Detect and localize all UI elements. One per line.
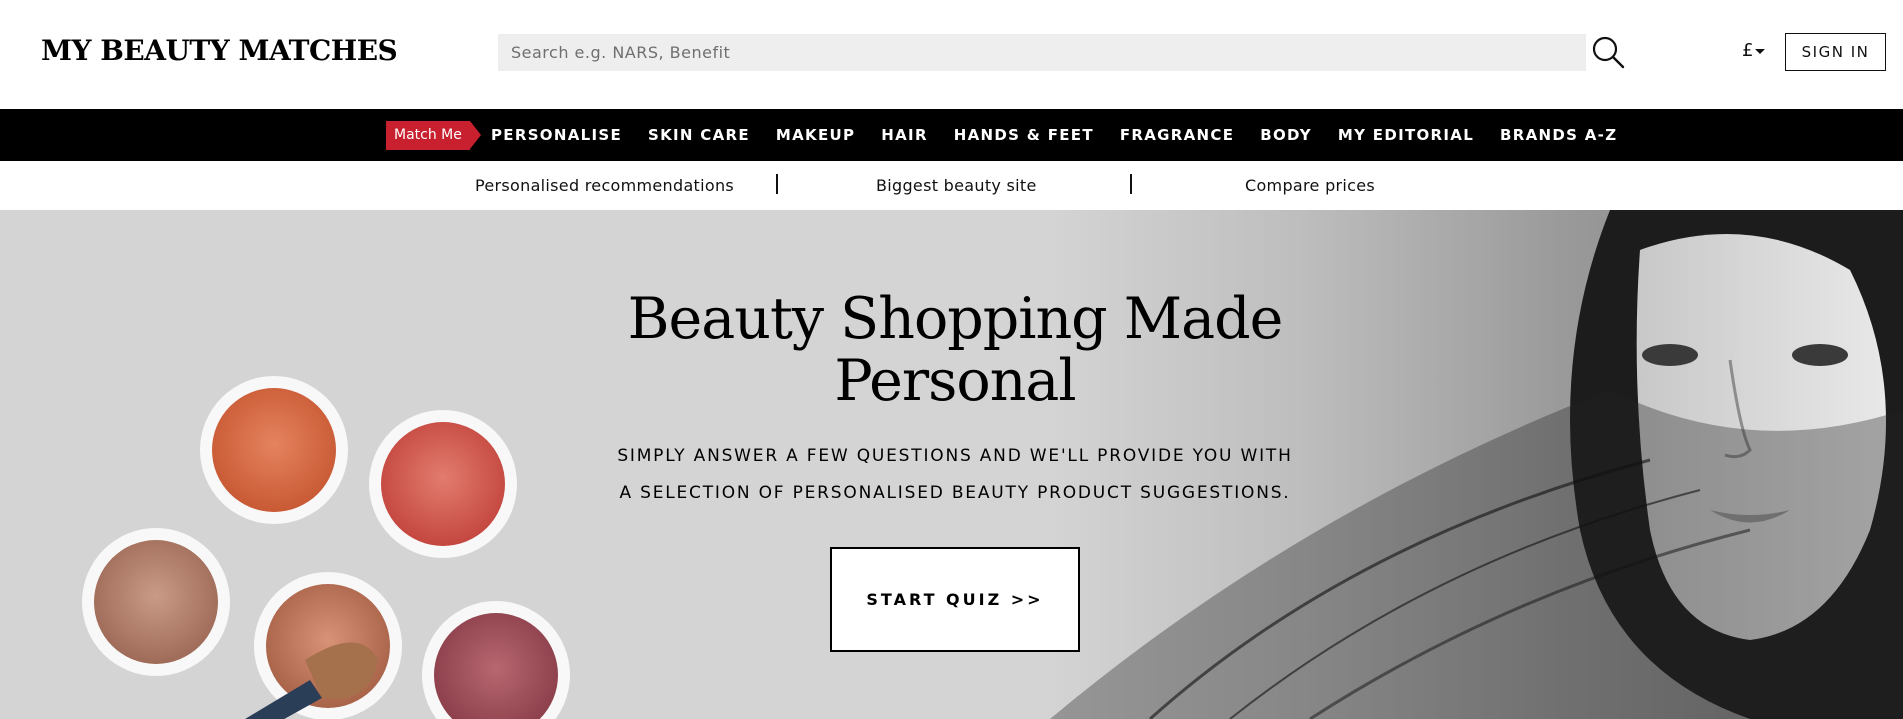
usp-personalised: Personalised recommendations xyxy=(475,176,735,195)
search-icon xyxy=(1592,36,1625,69)
hero-subtitle: SIMPLY ANSWER A FEW QUESTIONS AND WE'LL … xyxy=(560,438,1350,512)
nav-item-personalise[interactable]: PERSONALISE xyxy=(491,126,622,144)
hero-subtitle-line-2: A SELECTION OF PERSONALISED BEAUTY PRODU… xyxy=(619,483,1291,503)
site-logo[interactable]: MY BEAUTY MATCHES xyxy=(41,34,398,67)
makeup-pots-image xyxy=(82,376,570,719)
site-header: MY BEAUTY MATCHES £ SIGN IN xyxy=(0,0,1903,109)
start-quiz-button[interactable]: START QUIZ >> xyxy=(830,547,1080,652)
nav-item-hands-feet[interactable]: HANDS & FEET xyxy=(954,126,1094,144)
main-nav: Match Me PERSONALISE SKIN CARE MAKEUP HA… xyxy=(0,109,1903,161)
hero-banner: Beauty Shopping Made Personal SIMPLY ANS… xyxy=(0,210,1903,719)
usp-divider xyxy=(776,174,778,194)
hero-subtitle-line-1: SIMPLY ANSWER A FEW QUESTIONS AND WE'LL … xyxy=(617,446,1293,466)
nav-item-my-editorial[interactable]: MY EDITORIAL xyxy=(1338,126,1474,144)
usp-divider xyxy=(1130,174,1132,194)
currency-symbol: £ xyxy=(1742,40,1754,61)
hero-title-line-1: Beauty Shopping Made xyxy=(627,286,1284,352)
hero-title-line-2: Personal xyxy=(834,348,1076,414)
hero-title: Beauty Shopping Made Personal xyxy=(560,288,1350,412)
nav-item-body[interactable]: BODY xyxy=(1260,126,1312,144)
match-me-tag[interactable]: Match Me xyxy=(386,121,481,150)
search-button[interactable] xyxy=(1590,34,1626,70)
usp-biggest: Biggest beauty site xyxy=(876,176,1037,195)
nav-items: PERSONALISE SKIN CARE MAKEUP HAIR HANDS … xyxy=(491,109,1643,161)
nav-item-fragrance[interactable]: FRAGRANCE xyxy=(1120,126,1234,144)
sign-in-button[interactable]: SIGN IN xyxy=(1785,33,1886,71)
nav-item-skin-care[interactable]: SKIN CARE xyxy=(648,126,750,144)
nav-item-hair[interactable]: HAIR xyxy=(881,126,928,144)
usp-bar: Personalised recommendations Biggest bea… xyxy=(0,161,1903,210)
nav-item-brands-a-z[interactable]: BRANDS A-Z xyxy=(1500,126,1617,144)
usp-compare: Compare prices xyxy=(1245,176,1376,195)
nav-item-makeup[interactable]: MAKEUP xyxy=(776,126,855,144)
currency-selector[interactable]: £ xyxy=(1742,40,1766,61)
search-input[interactable] xyxy=(498,34,1586,71)
caret-down-icon xyxy=(1755,48,1766,54)
